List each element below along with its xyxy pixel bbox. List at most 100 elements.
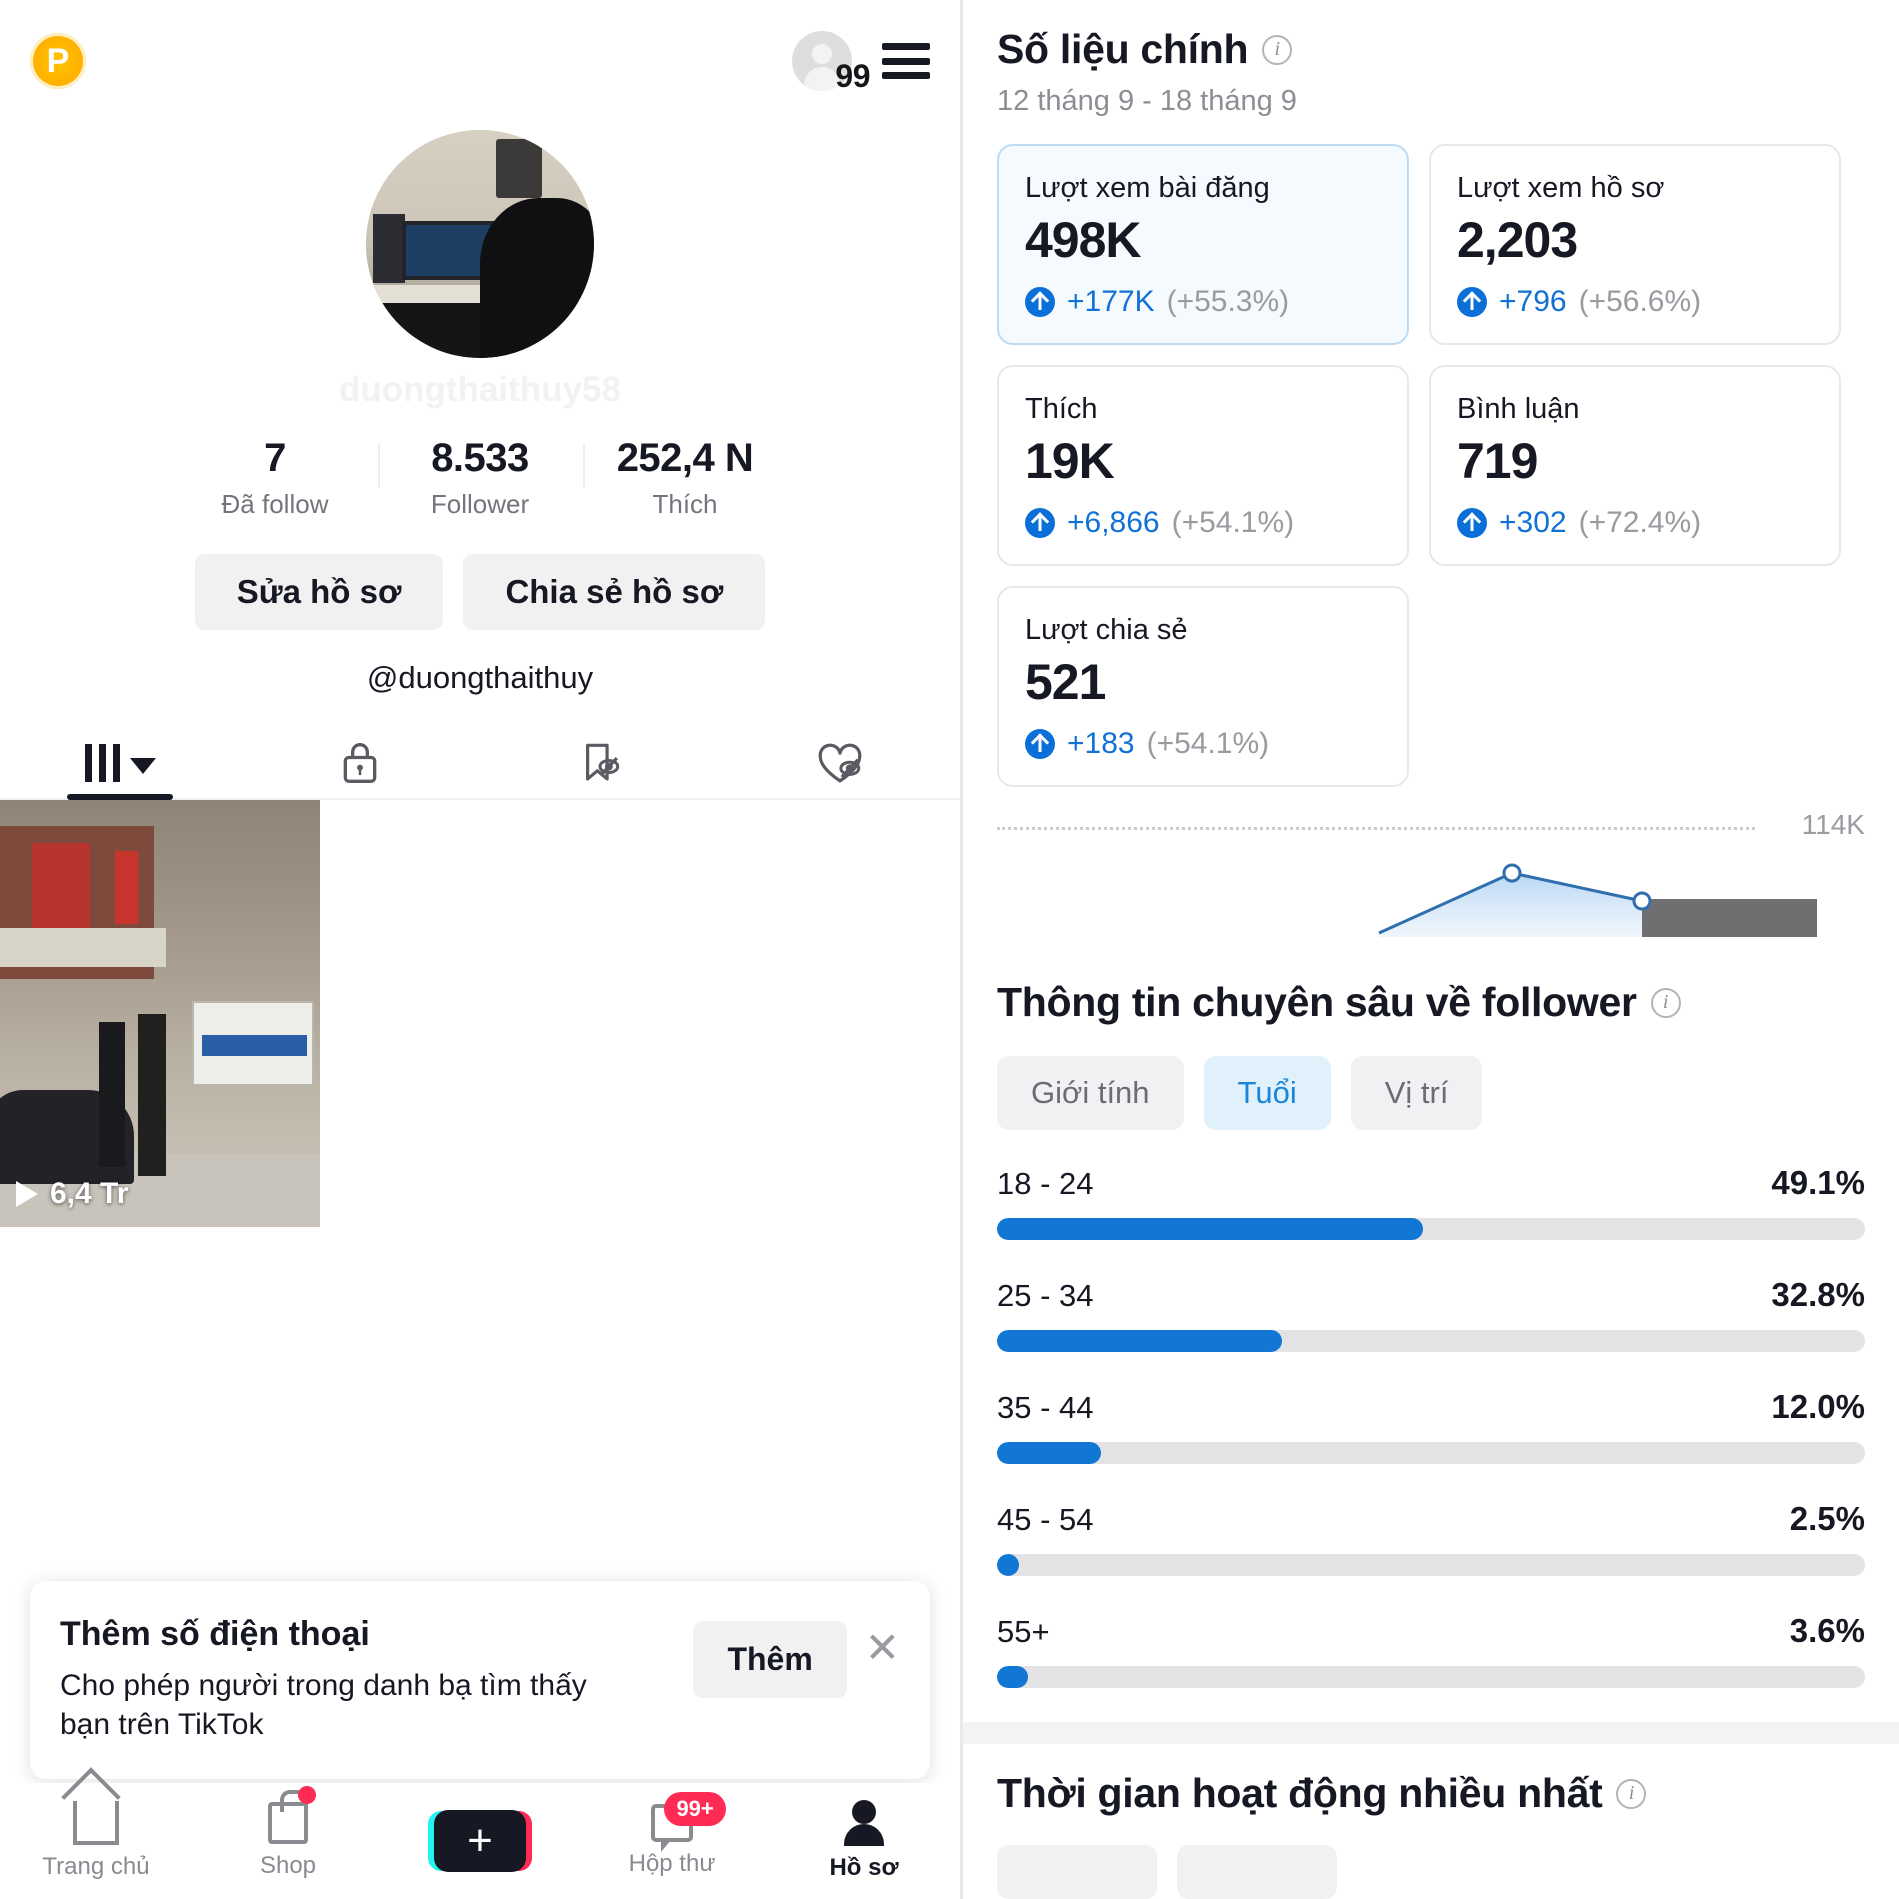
stat-likes-label: Thích: [652, 489, 718, 519]
metric-card-likes[interactable]: Thích 19K +6,866 (+54.1%): [997, 365, 1409, 566]
bar-category: 45 - 54: [997, 1502, 1094, 1537]
top-bar-right-actions: 99: [792, 31, 930, 94]
add-phone-banner: Thêm số điện thoại Cho phép người trong …: [30, 1580, 930, 1779]
active-times-tab-2[interactable]: [1177, 1845, 1337, 1899]
stat-following[interactable]: 7 Đã follow: [173, 436, 378, 520]
play-icon: [16, 1181, 38, 1207]
profile-handle: @duongthaithuy: [366, 660, 594, 695]
video-view-count: 6,4 Tr: [50, 1177, 129, 1210]
info-icon[interactable]: i: [1616, 1778, 1647, 1809]
tab-gender[interactable]: Giới tính: [997, 1056, 1184, 1130]
metric-delta: +183 (+54.1%): [1025, 727, 1381, 761]
metric-delta-percent: (+54.1%): [1171, 506, 1295, 539]
share-profile-button[interactable]: Chia sẻ hồ sơ: [463, 554, 766, 630]
metric-label: Lượt chia sẻ: [1025, 614, 1188, 646]
active-times-section: Thời gian hoạt động nhiều nhất i: [963, 1744, 1899, 1899]
metric-delta: +177K (+55.3%): [1025, 285, 1381, 319]
metric-card-comments[interactable]: Bình luận 719 +302 (+72.4%): [1429, 365, 1841, 566]
add-phone-title: Thêm số điện thoại: [60, 1614, 370, 1653]
account-switcher-button[interactable]: 99: [792, 31, 870, 94]
edit-profile-button[interactable]: Sửa hồ sơ: [194, 554, 444, 630]
stat-likes[interactable]: 252,4 N Thích: [582, 436, 788, 520]
bar-value: 2.5%: [1789, 1500, 1865, 1537]
tab-private[interactable]: [240, 728, 480, 798]
active-times-tabs: [997, 1845, 1865, 1899]
bar-value: 3.6%: [1789, 1612, 1865, 1649]
follower-insight-tabs: Giới tính Tuổi Vị trí: [997, 1056, 1865, 1130]
nav-item-inbox[interactable]: 99+ Hộp thư: [576, 1792, 768, 1878]
metric-delta-percent: (+55.3%): [1166, 285, 1290, 318]
active-times-tab-1[interactable]: [997, 1845, 1157, 1899]
metric-delta-percent: (+54.1%): [1146, 727, 1270, 760]
metric-delta: +796 (+56.6%): [1457, 285, 1813, 319]
video-thumbnail[interactable]: 6,4 Tr: [0, 800, 320, 1227]
nav-item-profile[interactable]: Hồ sơ: [768, 1800, 960, 1882]
active-times-header: Thời gian hoạt động nhiều nhất i: [997, 1770, 1865, 1817]
bookmark-hidden-icon: [586, 743, 620, 781]
bar-row: 35 - 44 12.0%: [997, 1388, 1865, 1464]
shop-icon: [268, 1786, 316, 1844]
stat-likes-value: 252,4 N: [616, 436, 754, 480]
bar-category: 35 - 44: [997, 1390, 1094, 1425]
nav-item-home[interactable]: Trang chủ: [0, 1801, 192, 1881]
stat-following-label: Đã follow: [221, 489, 329, 519]
gridline-label: 114K: [1801, 809, 1865, 840]
follower-insights-header: Thông tin chuyên sâu về follower i: [997, 979, 1865, 1026]
metric-card-profile-views[interactable]: Lượt xem hồ sơ 2,203 +796 (+56.6%): [1429, 144, 1841, 345]
arrow-up-icon: [1457, 287, 1487, 317]
metric-delta: +6,866 (+54.1%): [1025, 506, 1381, 540]
follower-insights-title: Thông tin chuyên sâu về follower: [997, 979, 1637, 1025]
pro-badge-icon[interactable]: P: [30, 33, 86, 89]
tab-liked[interactable]: [720, 728, 960, 798]
tab-saved[interactable]: [480, 728, 720, 798]
metric-label: Thích: [1025, 393, 1098, 425]
tab-videos[interactable]: [0, 728, 240, 798]
video-grid: 6,4 Tr: [0, 800, 960, 1227]
key-metrics-date-range: 12 tháng 9 - 18 tháng 9: [997, 85, 1297, 117]
hamburger-menu-icon[interactable]: [882, 43, 930, 79]
bar-category: 18 - 24: [997, 1166, 1094, 1201]
bar-value: 49.1%: [1771, 1164, 1865, 1201]
section-divider: [963, 1722, 1899, 1744]
metric-delta-absolute: +796: [1499, 285, 1567, 318]
metric-delta: +302 (+72.4%): [1457, 506, 1813, 540]
bar-track: [997, 1554, 1865, 1576]
nav-item-shop[interactable]: Shop: [192, 1786, 384, 1880]
active-times-title: Thời gian hoạt động nhiều nhất: [997, 1770, 1603, 1816]
info-icon[interactable]: i: [1650, 987, 1681, 1018]
metric-card-shares[interactable]: Lượt chia sẻ 521 +183 (+54.1%): [997, 586, 1409, 787]
key-metrics-section: Số liệu chính i 12 tháng 9 - 18 tháng 9 …: [963, 0, 1899, 1722]
display-name: duongthaithuy58: [339, 370, 621, 409]
age-distribution-bars: 18 - 24 49.1% 25 - 34 32.8% 35 - 44 12.0…: [997, 1164, 1865, 1688]
key-metrics-header: Số liệu chính i: [997, 26, 1865, 73]
metric-value: 521: [1025, 654, 1106, 710]
stat-followers[interactable]: 8.533 Follower: [377, 436, 583, 520]
profile-avatar[interactable]: [366, 130, 594, 358]
info-icon[interactable]: i: [1262, 34, 1293, 65]
tab-location[interactable]: Vị trí: [1350, 1056, 1483, 1130]
nav-label-home: Trang chủ: [42, 1853, 150, 1880]
nav-item-create[interactable]: +: [384, 1810, 576, 1872]
nav-label-shop: Shop: [259, 1852, 317, 1879]
arrow-up-icon: [1457, 508, 1487, 538]
metric-delta-absolute: +177K: [1067, 285, 1155, 318]
metric-card-post-views[interactable]: Lượt xem bài đăng 498K +177K (+55.3%): [997, 144, 1409, 345]
close-icon[interactable]: ✕: [865, 1626, 900, 1669]
metric-label: Lượt xem bài đăng: [1025, 172, 1270, 204]
heart-hidden-icon: [818, 743, 862, 783]
metric-label: Bình luận: [1457, 393, 1580, 425]
stat-followers-label: Follower: [430, 489, 530, 519]
bar-category: 25 - 34: [997, 1278, 1094, 1313]
add-phone-button[interactable]: Thêm: [693, 1620, 847, 1698]
metric-value: 719: [1457, 433, 1538, 489]
shop-notification-dot: [298, 1786, 316, 1804]
bar-fill: [997, 1554, 1019, 1576]
arrow-up-icon: [1025, 508, 1055, 538]
arrow-up-icon: [1025, 729, 1055, 759]
stat-following-value: 7: [264, 436, 286, 480]
profile-tabs: [0, 728, 960, 800]
metric-delta-absolute: +302: [1499, 506, 1567, 539]
inbox-badge: 99+: [664, 1792, 726, 1826]
tab-age[interactable]: Tuổi: [1203, 1056, 1331, 1130]
metric-delta-absolute: +183: [1067, 727, 1135, 760]
